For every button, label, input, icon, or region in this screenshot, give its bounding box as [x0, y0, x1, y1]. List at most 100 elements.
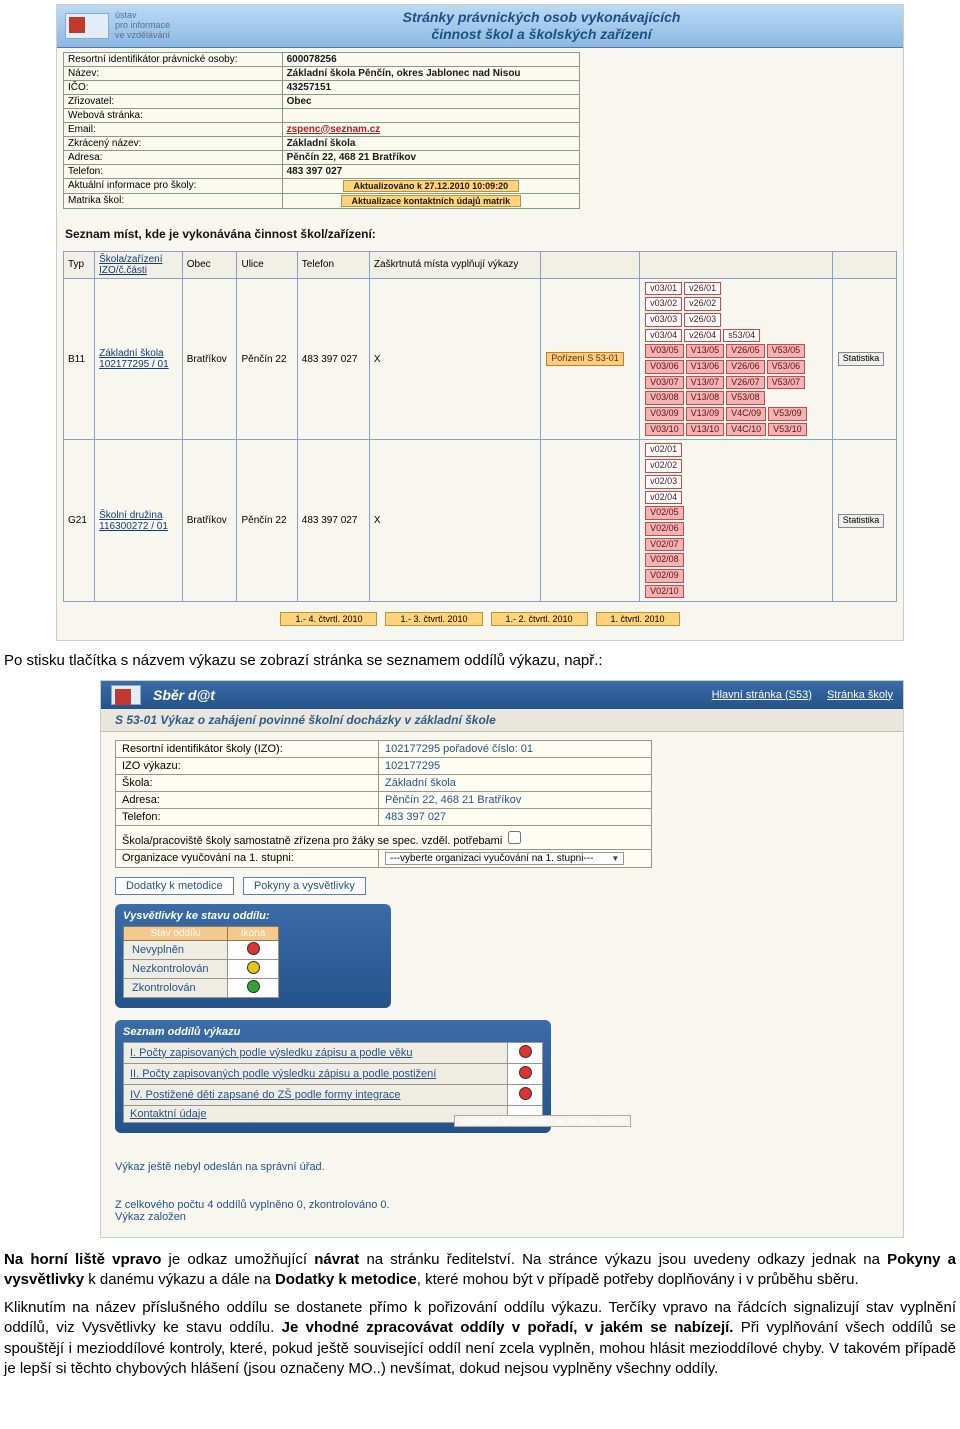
report-pill[interactable]: V03/06	[645, 360, 684, 374]
report-pill[interactable]: V13/10	[686, 423, 725, 437]
school-link[interactable]: Základní škola 102177295 / 01	[99, 348, 169, 370]
report-pill[interactable]: V03/09	[645, 407, 684, 421]
pills-cell: v03/01v26/01v03/02v26/02v03/03v26/03v03/…	[640, 278, 833, 440]
table-cell: Pěnčín 22	[237, 278, 297, 440]
stat-button[interactable]: Statistika	[838, 352, 885, 366]
section-cell: IV. Postižené děti zapsané do ZŠ podle f…	[124, 1084, 508, 1105]
table-row: B11Základní škola 102177295 / 01Bratříko…	[64, 278, 897, 440]
pokyny-button[interactable]: Pokyny a vysvětlivky	[243, 877, 366, 895]
report-pill[interactable]: v26/02	[684, 297, 721, 311]
report-pill[interactable]: V13/06	[686, 360, 725, 374]
status-msg-2: Z celkového počtu 4 oddílů vyplněno 0, z…	[115, 1199, 889, 1211]
legend-title: Vysvětlivky ke stavu oddílu:	[123, 910, 383, 922]
quarter-button[interactable]: 1.- 3. čtvrtl. 2010	[385, 612, 482, 626]
report-pill[interactable]: v02/02	[645, 459, 682, 473]
header-link-school[interactable]: Stránka školy	[827, 689, 893, 701]
info-label: Webová stránka:	[64, 108, 283, 122]
report-pill[interactable]: V03/10	[645, 423, 684, 437]
report-pill[interactable]: V53/06	[767, 360, 806, 374]
report-pill[interactable]: v26/01	[684, 282, 721, 296]
update-button[interactable]: Aktualizováno k 27.12.2010 10:09:20	[343, 180, 520, 192]
info-value	[282, 108, 580, 122]
report-info-table: Resortní identifikátor školy (IZO):10217…	[115, 740, 652, 868]
info-label: Aktuální informace pro školy:	[64, 178, 283, 193]
report-pill[interactable]: v03/02	[645, 297, 682, 311]
report-pill[interactable]: V02/05	[645, 506, 684, 520]
report-pill[interactable]: V13/07	[686, 376, 725, 390]
dodatky-button[interactable]: Dodatky k metodice	[115, 877, 234, 895]
quarter-button[interactable]: 1.- 2. čtvrtl. 2010	[491, 612, 588, 626]
report-pill[interactable]: V53/10	[768, 423, 807, 437]
school-link[interactable]: Školní družina 116300272 / 01	[99, 510, 168, 532]
report-pill[interactable]: V13/05	[686, 344, 725, 358]
table-header: Škola/zařízeníIZO/č.části	[95, 251, 183, 278]
status-dot-icon	[247, 961, 260, 974]
header-link-main[interactable]: Hlavní stránka (S53)	[712, 689, 812, 701]
poriz-cell	[541, 440, 640, 602]
section-link[interactable]: II. Počty zapisovaných podle výsledku zá…	[130, 1068, 436, 1080]
sections-panel: Seznam oddílů výkazu I. Počty zapisovaný…	[115, 1020, 551, 1133]
quarter-button[interactable]: 1.- 4. čtvrtl. 2010	[280, 612, 377, 626]
report-pill[interactable]: V4C/10	[726, 423, 766, 437]
update-button[interactable]: Aktualizace kontaktních údajů matrik	[341, 195, 522, 207]
report-pill[interactable]: V53/05	[767, 344, 806, 358]
report-pill[interactable]: V02/10	[645, 585, 684, 599]
report-pill[interactable]: V02/09	[645, 569, 684, 583]
table-cell: Školní družina 116300272 / 01	[95, 440, 183, 602]
report-pill[interactable]: v02/03	[645, 475, 682, 489]
table-row: G21Školní družina 116300272 / 01Bratříko…	[64, 440, 897, 602]
report-pill[interactable]: v02/04	[645, 491, 682, 505]
report-pill[interactable]: v26/03	[684, 313, 721, 327]
info-value: Obec	[282, 94, 580, 108]
report-pill[interactable]: v03/01	[645, 282, 682, 296]
report-pill[interactable]: V53/09	[768, 407, 807, 421]
table-header	[832, 251, 896, 278]
report-pill[interactable]: v03/04	[645, 329, 682, 343]
doc-paragraph-2: Na horní liště vpravo je odkaz umožňujíc…	[4, 1250, 956, 1291]
section-link[interactable]: IV. Postižené děti zapsané do ZŠ podle f…	[130, 1089, 400, 1101]
pills-cell: v02/01 v02/02 v02/03 v02/04V02/05 V02/06 V02/…	[640, 440, 833, 602]
poriz-button[interactable]: Pořízení S 53-01	[546, 352, 624, 366]
org-select[interactable]: ---vyberte organizaci vyučování na 1. st…	[385, 852, 624, 865]
info-value: zspenc@seznam.cz	[282, 122, 580, 136]
legend-icon-cell	[228, 959, 279, 978]
report-pill[interactable]: V13/09	[686, 407, 725, 421]
banner-title: Stránky právnických osob vykonávajících …	[188, 9, 895, 43]
report-pill[interactable]: V03/07	[645, 376, 684, 390]
info2-label: Telefon:	[116, 808, 379, 825]
section-link[interactable]: I. Počty zapisovaných podle výsledku záp…	[130, 1047, 413, 1059]
report-pill[interactable]: v26/04	[684, 329, 721, 343]
report-pill[interactable]: s53/04	[723, 329, 760, 343]
report-pill[interactable]: V13/08	[686, 391, 725, 405]
status-dot-icon	[247, 980, 260, 993]
legend-header: Stav oddílu	[124, 926, 228, 940]
report-pill[interactable]: v03/03	[645, 313, 682, 327]
info-label: Název:	[64, 66, 283, 80]
report-pill[interactable]: V53/08	[726, 391, 765, 405]
report-pill[interactable]: V26/06	[726, 360, 765, 374]
section-link[interactable]: Kontaktní údaje	[130, 1108, 206, 1120]
quarter-button[interactable]: 1. čtvrtl. 2010	[596, 612, 680, 626]
org-select-cell: ---vyberte organizaci vyučování na 1. st…	[379, 849, 652, 867]
report-pill[interactable]: V02/08	[645, 553, 684, 567]
section-status-cell	[508, 1063, 543, 1084]
report-pill[interactable]: v02/01	[645, 443, 682, 457]
report-pill[interactable]: V02/07	[645, 538, 684, 552]
quarter-buttons-row: 1.- 4. čtvrtl. 2010 1.- 3. čtvrtl. 2010 1.…	[63, 602, 897, 630]
report-pill[interactable]: V02/06	[645, 522, 684, 536]
report-pill[interactable]: V03/08	[645, 391, 684, 405]
email-link[interactable]: zspenc@seznam.cz	[287, 124, 381, 135]
doc-paragraph-3: Kliknutím na název příslušného oddílu se…	[4, 1298, 956, 1379]
report-pill[interactable]: V53/07	[767, 376, 806, 390]
info-value: Pěnčín 22, 468 21 Bratříkov	[282, 150, 580, 164]
info-value: 43257151	[282, 80, 580, 94]
org-label: Organizace vyučování na 1. stupni:	[116, 849, 379, 867]
stat-button[interactable]: Statistika	[838, 514, 885, 528]
legend-icon-cell	[228, 978, 279, 997]
report-pill[interactable]: V26/05	[726, 344, 765, 358]
spec-checkbox[interactable]	[508, 831, 521, 844]
report-pill[interactable]: V03/05	[645, 344, 684, 358]
info2-value: Základní škola	[379, 774, 652, 791]
report-pill[interactable]: V4C/09	[726, 407, 766, 421]
report-pill[interactable]: V26/07	[726, 376, 765, 390]
